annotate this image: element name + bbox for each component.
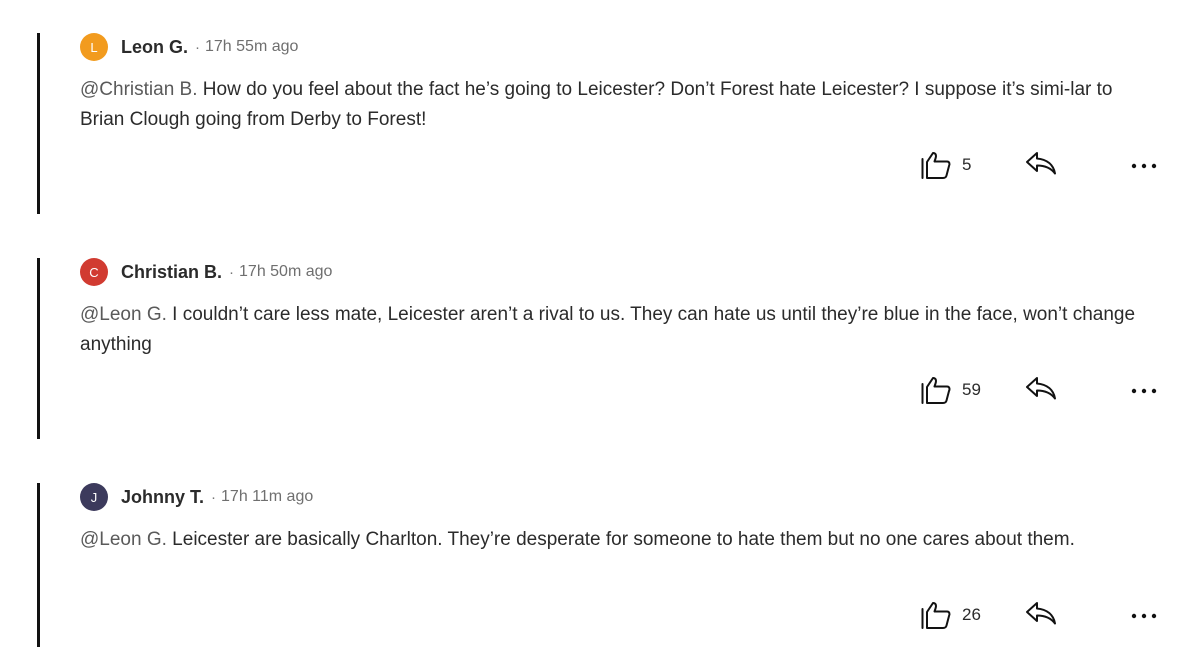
thumbs-up-icon xyxy=(920,150,952,180)
like-button[interactable]: 5 xyxy=(920,148,971,182)
comment-actions: 59 xyxy=(920,373,1165,407)
like-count: 5 xyxy=(962,155,972,174)
comment-text: I couldn’t care less mate, Leicester are… xyxy=(80,304,1136,355)
like-button[interactable]: 26 xyxy=(920,598,981,632)
more-options-button[interactable] xyxy=(1129,148,1159,182)
comment-timestamp: 17h 55m ago xyxy=(205,38,299,55)
avatar[interactable]: C xyxy=(80,258,108,286)
comment-timestamp: 17h 11m ago xyxy=(221,488,314,505)
more-options-icon xyxy=(1131,606,1157,624)
reply-arrow-icon xyxy=(1024,149,1058,182)
more-options-button[interactable] xyxy=(1129,373,1159,407)
comment-body: @Leon G. I couldn’t care less mate, Leic… xyxy=(80,300,1160,360)
avatar[interactable]: J xyxy=(80,483,108,511)
comment-author[interactable]: Leon G. xyxy=(121,37,188,58)
reply-button[interactable] xyxy=(1024,148,1058,182)
comment: J Johnny T. · 17h 11m ago @Leon G. Leice… xyxy=(37,483,1162,647)
separator-dot: · xyxy=(229,263,235,281)
reply-button[interactable] xyxy=(1024,598,1058,632)
thumbs-up-icon xyxy=(920,375,952,405)
comment-header: J Johnny T. · 17h 11m ago xyxy=(80,483,313,511)
comment: L Leon G. · 17h 55m ago @Christian B. Ho… xyxy=(37,33,1162,214)
comment-actions: 5 xyxy=(920,148,1165,182)
comment-text: How do you feel about the fact he’s goin… xyxy=(80,79,1113,130)
avatar[interactable]: L xyxy=(80,33,108,61)
comment: C Christian B. · 17h 50m ago @Leon G. I … xyxy=(37,258,1162,439)
comment-actions: 26 xyxy=(920,598,1165,632)
comment-header: L Leon G. · 17h 55m ago xyxy=(80,33,298,61)
comment-body: @Christian B. How do you feel about the … xyxy=(80,75,1160,135)
like-button[interactable]: 59 xyxy=(920,373,981,407)
more-options-icon xyxy=(1131,381,1157,399)
comment-text: Leicester are basically Charlton. They’r… xyxy=(166,529,1075,550)
comment-author[interactable]: Johnny T. xyxy=(121,487,204,508)
comment-mention[interactable]: @Christian B. xyxy=(80,79,198,100)
comment-mention[interactable]: @Leon G. xyxy=(80,529,167,550)
comment-header: C Christian B. · 17h 50m ago xyxy=(80,258,332,286)
comment-timestamp: 17h 50m ago xyxy=(239,263,333,280)
more-options-icon xyxy=(1131,156,1157,174)
thumbs-up-icon xyxy=(920,600,952,630)
more-options-button[interactable] xyxy=(1129,598,1159,632)
like-count: 59 xyxy=(962,380,981,399)
comment-body: @Leon G. Leicester are basically Charlto… xyxy=(80,525,1160,555)
separator-dot: · xyxy=(195,38,200,56)
separator-dot: · xyxy=(211,488,217,506)
like-count: 26 xyxy=(962,605,981,624)
reply-arrow-icon xyxy=(1024,599,1058,632)
reply-arrow-icon xyxy=(1024,374,1058,407)
comment-author[interactable]: Christian B. xyxy=(121,262,222,283)
comment-mention[interactable]: @Leon G. xyxy=(80,304,167,325)
reply-button[interactable] xyxy=(1024,373,1058,407)
